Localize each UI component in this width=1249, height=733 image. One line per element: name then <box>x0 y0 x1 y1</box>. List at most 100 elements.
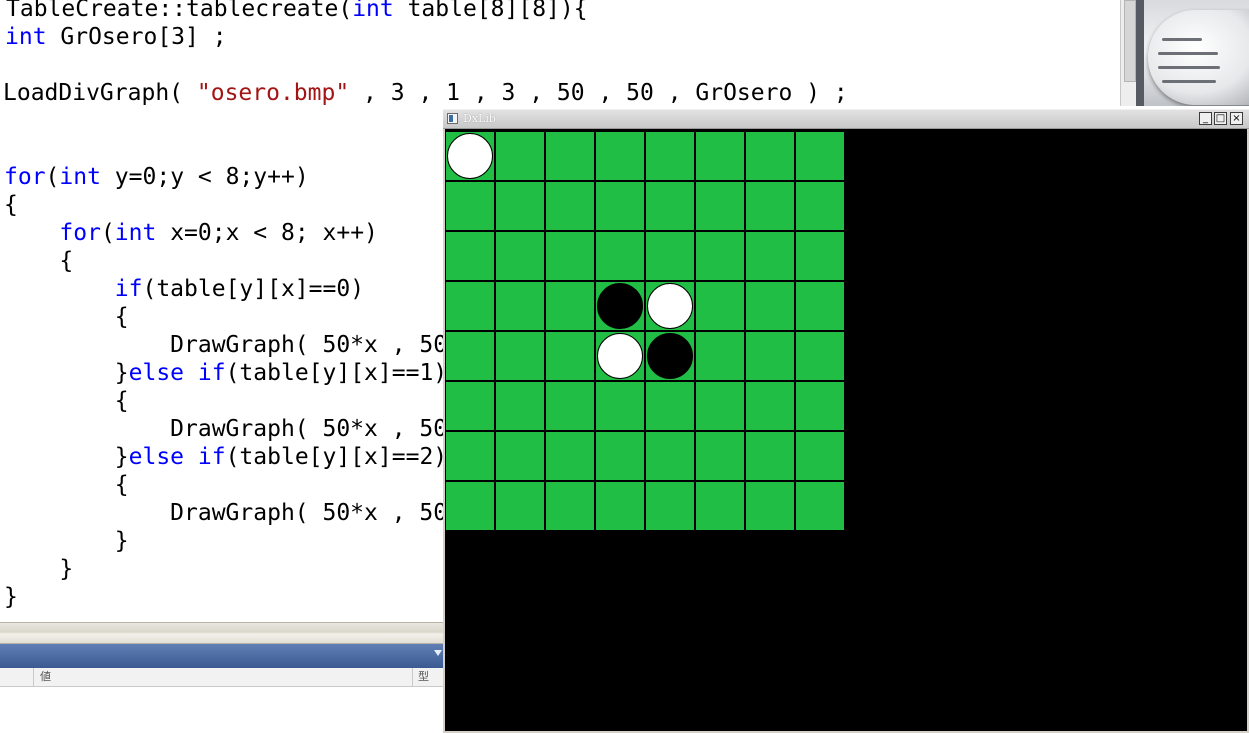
code-line[interactable]: DrawGraph( 50*x , 50 <box>4 499 447 527</box>
board-cell[interactable] <box>745 231 795 281</box>
board-cell[interactable] <box>545 381 595 431</box>
maximize-button[interactable]: □ <box>1214 112 1227 125</box>
board-cell[interactable] <box>695 281 745 331</box>
board-cell[interactable] <box>595 231 645 281</box>
board-cell[interactable] <box>595 481 645 531</box>
column-separator[interactable] <box>412 668 413 686</box>
board-cell[interactable] <box>645 231 695 281</box>
board-cell[interactable] <box>445 331 495 381</box>
board-cell[interactable] <box>445 281 495 331</box>
board-cell[interactable] <box>595 281 645 331</box>
board-cell[interactable] <box>695 381 745 431</box>
board-cell[interactable] <box>645 381 695 431</box>
board-cell[interactable] <box>595 381 645 431</box>
board-cell[interactable] <box>695 181 745 231</box>
board-cell[interactable] <box>645 331 695 381</box>
board-cell[interactable] <box>495 181 545 231</box>
board-cell[interactable] <box>595 431 645 481</box>
code-line[interactable]: for(int x=0;x < 8; x++) <box>4 219 378 247</box>
board-cell[interactable] <box>645 281 695 331</box>
board-cell[interactable] <box>645 131 695 181</box>
board-cell[interactable] <box>495 381 545 431</box>
code-line[interactable]: { <box>4 247 73 275</box>
board-cell[interactable] <box>795 381 845 431</box>
board-cell[interactable] <box>745 181 795 231</box>
code-line[interactable]: { <box>4 387 129 415</box>
othello-board[interactable] <box>445 131 845 531</box>
board-cell[interactable] <box>795 131 845 181</box>
code-line[interactable]: } <box>4 527 129 555</box>
board-cell[interactable] <box>445 481 495 531</box>
board-cell[interactable] <box>445 131 495 181</box>
app-window-icon[interactable] <box>447 113 458 124</box>
board-cell[interactable] <box>795 281 845 331</box>
game-canvas[interactable] <box>445 129 1247 731</box>
board-cell[interactable] <box>545 431 595 481</box>
board-cell[interactable] <box>445 231 495 281</box>
board-cell[interactable] <box>745 431 795 481</box>
code-line[interactable]: { <box>4 191 18 219</box>
board-cell[interactable] <box>745 331 795 381</box>
board-cell[interactable] <box>595 131 645 181</box>
window-titlebar[interactable]: DxLib _ □ × <box>443 109 1249 129</box>
board-cell[interactable] <box>745 281 795 331</box>
code-line[interactable]: for(int y=0;y < 8;y++) <box>4 163 309 191</box>
board-cell[interactable] <box>545 231 595 281</box>
board-cell[interactable] <box>695 481 745 531</box>
board-cell[interactable] <box>645 431 695 481</box>
board-cell[interactable] <box>445 381 495 431</box>
board-cell[interactable] <box>595 181 645 231</box>
minimize-button[interactable]: _ <box>1199 112 1212 125</box>
panel-dropdown-icon[interactable] <box>434 650 442 656</box>
dxlib-window[interactable]: DxLib _ □ × <box>443 109 1249 733</box>
board-cell[interactable] <box>695 231 745 281</box>
board-cell[interactable] <box>695 431 745 481</box>
board-cell[interactable] <box>645 481 695 531</box>
board-cell[interactable] <box>495 281 545 331</box>
board-cell[interactable] <box>795 231 845 281</box>
close-button[interactable]: × <box>1230 112 1243 125</box>
column-header-type[interactable]: 型 <box>418 670 429 684</box>
code-line[interactable]: LoadDivGraph( "osero.bmp" , 3 , 1 , 3 , … <box>3 79 848 107</box>
board-cell[interactable] <box>745 381 795 431</box>
code-line[interactable]: { <box>4 303 129 331</box>
board-cell[interactable] <box>495 131 545 181</box>
board-cell[interactable] <box>795 181 845 231</box>
board-cell[interactable] <box>495 481 545 531</box>
code-line[interactable]: }else if(table[y][x]==1) <box>4 359 447 387</box>
code-line[interactable]: if(table[y][x]==0) <box>4 275 364 303</box>
board-cell[interactable] <box>495 231 545 281</box>
board-cell[interactable] <box>795 481 845 531</box>
board-cell[interactable] <box>495 431 545 481</box>
board-cell[interactable] <box>495 331 545 381</box>
code-line[interactable]: TableCreate::tablecreate(int table[8][8]… <box>6 0 588 23</box>
board-cell[interactable] <box>545 481 595 531</box>
editor-vertical-scrollbar[interactable] <box>1120 0 1137 106</box>
column-header-value[interactable]: 値 <box>40 670 51 684</box>
board-cell[interactable] <box>695 131 745 181</box>
board-cell[interactable] <box>695 331 745 381</box>
board-cell[interactable] <box>795 431 845 481</box>
board-cell[interactable] <box>595 331 645 381</box>
code-line[interactable]: }else if(table[y][x]==2) <box>4 443 447 471</box>
panel-splitter[interactable] <box>0 622 444 644</box>
code-line[interactable]: } <box>4 583 18 611</box>
board-cell[interactable] <box>445 431 495 481</box>
board-cell[interactable] <box>545 181 595 231</box>
board-cell[interactable] <box>545 131 595 181</box>
code-line[interactable]: { <box>4 471 129 499</box>
board-cell[interactable] <box>545 331 595 381</box>
board-cell[interactable] <box>445 181 495 231</box>
code-line[interactable]: int GrOsero[3] ; <box>5 23 227 51</box>
board-cell[interactable] <box>745 481 795 531</box>
board-cell[interactable] <box>795 331 845 381</box>
code-line[interactable]: } <box>4 555 73 583</box>
board-cell[interactable] <box>545 281 595 331</box>
column-separator[interactable] <box>33 668 34 686</box>
board-cell[interactable] <box>745 131 795 181</box>
code-text: { <box>4 472 129 498</box>
scrollbar-thumb[interactable] <box>1124 0 1136 82</box>
code-line[interactable]: DrawGraph( 50*x , 50 <box>4 415 447 443</box>
code-line[interactable]: DrawGraph( 50*x , 50 <box>4 331 447 359</box>
board-cell[interactable] <box>645 181 695 231</box>
